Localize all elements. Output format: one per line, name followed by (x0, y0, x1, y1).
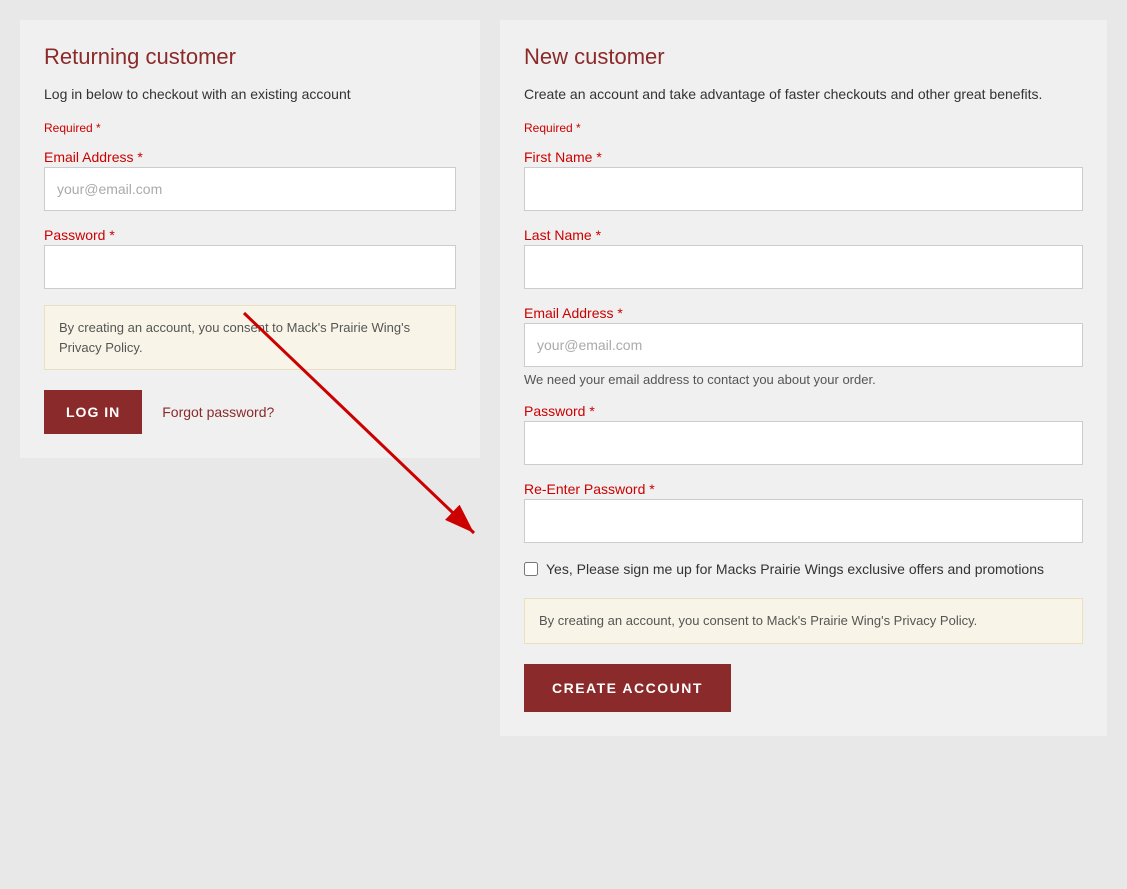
returning-customer-panel: Returning customer Log in below to check… (20, 20, 480, 458)
reenter-password-input[interactable] (524, 499, 1083, 543)
reenter-password-label: Re-Enter Password * (524, 481, 655, 497)
first-name-field-group: First Name * (524, 149, 1083, 211)
new-required-label: Required * (524, 121, 1083, 135)
new-email-label: Email Address * (524, 305, 623, 321)
new-consent-box: By creating an account, you consent to M… (524, 598, 1083, 644)
new-customer-subtitle: Create an account and take advantage of … (524, 84, 1083, 105)
returning-email-label: Email Address * (44, 149, 143, 165)
new-customer-panel: New customer Create an account and take … (500, 20, 1107, 736)
login-row: LOG IN Forgot password? (44, 390, 456, 434)
returning-password-input[interactable] (44, 245, 456, 289)
forgot-password-link[interactable]: Forgot password? (162, 404, 274, 420)
first-name-input[interactable] (524, 167, 1083, 211)
login-button[interactable]: LOG IN (44, 390, 142, 434)
returning-consent-box: By creating an account, you consent to M… (44, 305, 456, 370)
returning-password-field-group: Password * (44, 227, 456, 289)
last-name-input[interactable] (524, 245, 1083, 289)
new-email-input[interactable] (524, 323, 1083, 367)
returning-customer-title: Returning customer (44, 44, 456, 70)
first-name-label: First Name * (524, 149, 602, 165)
new-password-label: Password * (524, 403, 595, 419)
reenter-password-field-group: Re-Enter Password * (524, 481, 1083, 543)
create-account-button[interactable]: CREATE ACCOUNT (524, 664, 731, 712)
newsletter-label: Yes, Please sign me up for Macks Prairie… (546, 559, 1044, 580)
new-email-field-group: Email Address * We need your email addre… (524, 305, 1083, 387)
newsletter-checkbox[interactable] (524, 562, 538, 576)
returning-customer-subtitle: Log in below to checkout with an existin… (44, 84, 456, 105)
returning-password-label: Password * (44, 227, 115, 243)
returning-email-field-group: Email Address * (44, 149, 456, 211)
new-password-field-group: Password * (524, 403, 1083, 465)
last-name-field-group: Last Name * (524, 227, 1083, 289)
new-customer-title: New customer (524, 44, 1083, 70)
email-hint: We need your email address to contact yo… (524, 372, 1083, 387)
page-wrapper: Returning customer Log in below to check… (20, 20, 1107, 736)
last-name-label: Last Name * (524, 227, 601, 243)
returning-email-input[interactable] (44, 167, 456, 211)
new-password-input[interactable] (524, 421, 1083, 465)
newsletter-checkbox-row: Yes, Please sign me up for Macks Prairie… (524, 559, 1083, 580)
returning-required-label: Required * (44, 121, 456, 135)
